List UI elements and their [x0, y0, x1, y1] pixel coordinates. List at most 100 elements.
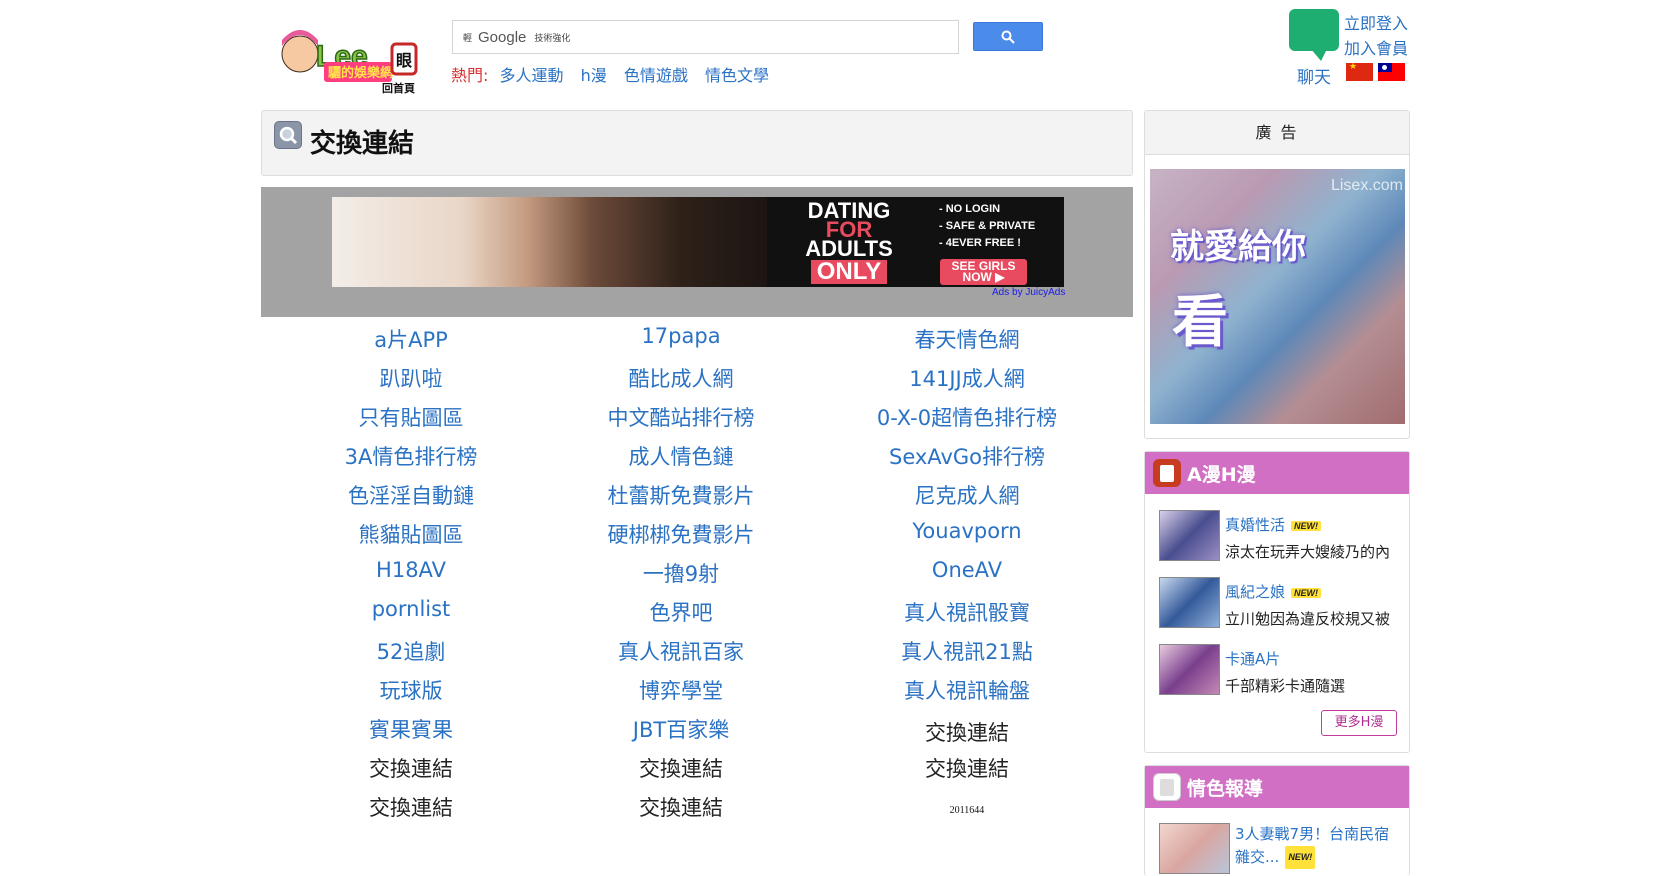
ad-cta-button[interactable]: SEE GIRLS NOW ▶	[940, 259, 1027, 285]
exchange-link[interactable]: 只有貼圖區	[261, 402, 561, 432]
exchange-link[interactable]: a片APP	[261, 324, 561, 354]
exchange-link[interactable]: 博弈學堂	[531, 675, 831, 705]
exchange-link[interactable]: 3A情色排行榜	[261, 441, 561, 471]
document-icon	[1153, 773, 1181, 801]
exchange-link[interactable]: 真人視訊輪盤	[817, 675, 1117, 705]
flag-cn-icon[interactable]	[1346, 63, 1373, 81]
exchange-link[interactable]: 真人視訊百家	[531, 636, 831, 666]
sidebar-ad-text-2: 看	[1172, 290, 1228, 355]
search-icon	[1001, 30, 1015, 44]
exchange-link[interactable]: SexAvGo排行榜	[817, 441, 1117, 471]
new-badge: NEW!	[1291, 587, 1322, 598]
book-icon	[1153, 459, 1181, 487]
page-title: 交換連結	[310, 129, 415, 159]
exchange-link[interactable]: pornlist	[261, 597, 561, 621]
exchange-link[interactable]: 一擼9射	[531, 558, 831, 588]
link-row: 交換連結 交換連結 2011644	[261, 792, 1133, 831]
manga-title[interactable]: 卡通A片	[1225, 648, 1280, 669]
link-row: a片APP 17papa 春天情色網	[261, 324, 1133, 363]
exchange-link[interactable]: 真人視訊21點	[817, 636, 1117, 666]
manga-item[interactable]: 真婚性活 NEW! 涼太在玩弄大嫂綾乃的內	[1159, 500, 1399, 561]
magnifier-icon	[274, 121, 302, 149]
logo-home-label[interactable]: 回首頁	[382, 80, 415, 96]
manga-title[interactable]: 風紀之娘 NEW!	[1225, 581, 1322, 602]
exchange-link[interactable]: H18AV	[261, 558, 561, 582]
exchange-link[interactable]: Youavporn	[817, 519, 1117, 543]
news-box-title[interactable]: 情色報導	[1187, 774, 1263, 801]
exchange-link[interactable]: 色界吧	[531, 597, 831, 627]
link-row: 趴趴啦 酷比成人網 141JJ成人網	[261, 363, 1133, 402]
exchange-link[interactable]: 141JJ成人網	[817, 363, 1117, 393]
exchange-link[interactable]: 52追劇	[261, 636, 561, 666]
search-enhanced-label: 技術強化	[534, 33, 571, 44]
exchange-link[interactable]: 尼克成人網	[817, 480, 1117, 510]
search-button[interactable]	[973, 22, 1043, 51]
exchange-link[interactable]: 中文酷站排行榜	[531, 402, 831, 432]
exchange-link-placeholder[interactable]: 交換連結	[261, 792, 561, 822]
logo-graphic: Lee 驪的娛樂網 眼	[281, 30, 418, 82]
google-brand: Google	[478, 28, 527, 46]
hot-links-bar: 熱門: 多人運動 h漫 色情遊戲 情色文學	[451, 62, 781, 86]
manga-item[interactable]: 風紀之娘 NEW! 立川勉因為違反校規又被	[1159, 567, 1399, 628]
new-badge: NEW!	[1285, 846, 1316, 869]
exchange-link[interactable]: 硬梆梆免費影片	[531, 519, 831, 549]
exchange-link[interactable]: 趴趴啦	[261, 363, 561, 393]
search-input[interactable]: 輕 Google 技術強化	[452, 20, 959, 54]
exchange-link-placeholder[interactable]: 交換連結	[531, 753, 831, 783]
sidebar-ad-header: 廣 告	[1145, 111, 1409, 155]
exchange-link[interactable]: OneAV	[817, 558, 1117, 582]
manga-box: A漫H漫 真婚性活 NEW! 涼太在玩弄大嫂綾乃的內 風紀之娘 NEW! 立川勉因為…	[1144, 451, 1410, 753]
ad-bullet: - NO LOGIN	[939, 203, 1001, 215]
ad-credit-link[interactable]: Ads by JuicyAds	[992, 287, 1065, 298]
link-row: 52追劇 真人視訊百家 真人視訊21點	[261, 636, 1133, 675]
exchange-link[interactable]: 玩球版	[261, 675, 561, 705]
exchange-link[interactable]: 酷比成人網	[531, 363, 831, 393]
exchange-link-placeholder[interactable]: 交換連結	[531, 792, 831, 822]
manga-title[interactable]: 真婚性活 NEW!	[1225, 514, 1322, 535]
exchange-link[interactable]: JBT百家樂	[531, 714, 831, 744]
sidebar-ad-text-1: 就愛給你	[1170, 227, 1306, 267]
visit-counter: 2011644	[949, 805, 985, 816]
manga-box-title[interactable]: A漫H漫	[1187, 460, 1256, 487]
exchange-link[interactable]: 17papa	[531, 324, 831, 348]
exchange-link[interactable]: 熊貓貼圖區	[261, 519, 561, 549]
exchange-link[interactable]: 真人視訊骰寶	[817, 597, 1117, 627]
exchange-link[interactable]: 0-X-0超情色排行榜	[817, 402, 1117, 432]
ad-banner-photo[interactable]	[332, 197, 767, 287]
manga-thumbnail[interactable]	[1159, 644, 1220, 695]
manga-thumbnail[interactable]	[1159, 510, 1220, 561]
exchange-link[interactable]: 杜蕾斯免費影片	[531, 480, 831, 510]
sidebar-ad-image[interactable]: Lisex.com 就愛給你 看	[1150, 169, 1405, 424]
more-hmanga-button[interactable]: 更多H漫	[1321, 710, 1397, 736]
hot-link-literature[interactable]: 情色文學	[705, 66, 769, 85]
news-thumbnail[interactable]	[1159, 823, 1230, 874]
hot-label: 熱門:	[451, 66, 489, 85]
join-link[interactable]: 加入會員	[1344, 35, 1408, 59]
exchange-link[interactable]: 色淫淫自動鏈	[261, 480, 561, 510]
site-logo[interactable]: Lee 驪的娛樂網 眼 回首頁	[272, 20, 432, 98]
flag-tw-icon[interactable]	[1378, 63, 1405, 81]
ad-banner-panel[interactable]: DATING FOR ADULTS ONLY - NO LOGIN - SAFE…	[767, 197, 1064, 287]
ad-banner[interactable]: DATING FOR ADULTS ONLY - NO LOGIN - SAFE…	[261, 187, 1133, 317]
chat-bubble-icon[interactable]	[1289, 9, 1339, 61]
manga-description: 立川勉因為違反校規又被	[1225, 610, 1391, 628]
exchange-link[interactable]: 賓果賓果	[261, 714, 561, 744]
exchange-link-placeholder[interactable]: 交換連結	[261, 753, 561, 783]
manga-thumbnail[interactable]	[1159, 577, 1220, 628]
hot-link-hmanga[interactable]: h漫	[581, 66, 607, 85]
chat-link[interactable]: 聊天	[1297, 63, 1331, 88]
exchange-link[interactable]: 成人情色鏈	[531, 441, 831, 471]
exchange-links-grid: a片APP 17papa 春天情色網 趴趴啦 酷比成人網 141JJ成人網 只有…	[261, 324, 1133, 831]
exchange-link-placeholder[interactable]: 交換連結	[817, 717, 1117, 747]
manga-box-header: A漫H漫	[1145, 452, 1409, 494]
exchange-link[interactable]: 春天情色網	[817, 324, 1117, 354]
news-title[interactable]: 3人妻戰7男！台南民宿雜交... NEW!	[1235, 823, 1395, 869]
ad-bullet: - SAFE & PRIVATE	[939, 220, 1036, 232]
link-row: 賓果賓果 JBT百家樂 交換連結	[261, 714, 1133, 753]
link-row: 玩球版 博弈學堂 真人視訊輪盤	[261, 675, 1133, 714]
manga-item[interactable]: 卡通A片 千部精彩卡通隨選	[1159, 634, 1399, 695]
hot-link-games[interactable]: 色情遊戲	[624, 66, 688, 85]
login-link[interactable]: 立即登入	[1344, 10, 1408, 34]
exchange-link-placeholder[interactable]: 交換連結	[817, 753, 1117, 783]
hot-link-group[interactable]: 多人運動	[500, 66, 564, 85]
